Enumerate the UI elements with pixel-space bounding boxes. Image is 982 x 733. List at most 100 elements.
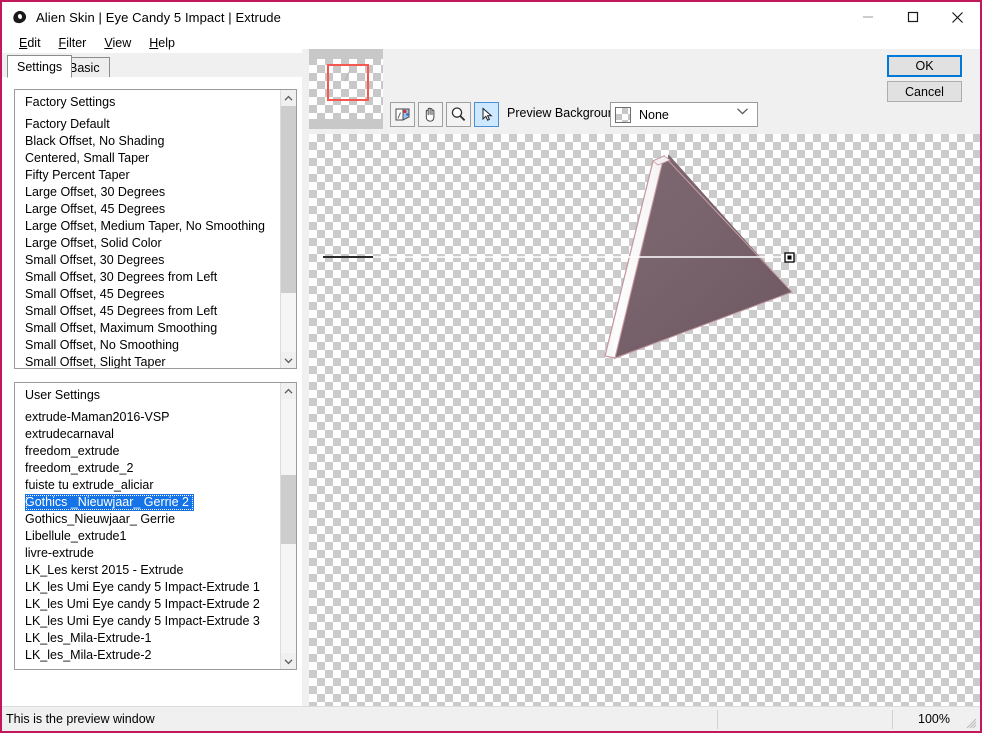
preview-panel: Preview Background: None	[302, 49, 980, 706]
arrow-select-tool-button[interactable]	[474, 102, 499, 127]
tab-strip: Settings Basic	[2, 55, 302, 78]
maximize-icon	[907, 11, 918, 23]
status-separator-2	[892, 710, 893, 729]
zoom-icon	[451, 107, 466, 122]
tab-settings-label: Settings	[17, 59, 63, 74]
scroll-up-arrow-icon[interactable]	[281, 383, 296, 399]
factory-settings-list: Factory Settings Factory Default Black O…	[15, 90, 280, 368]
tab-basic-label: Basic	[69, 60, 100, 75]
list-item[interactable]: Factory Default	[15, 116, 280, 133]
navigator-viewport-rect[interactable]	[327, 64, 369, 101]
list-item[interactable]: fuiste tu extrude_aliciar	[15, 477, 280, 494]
title-bar: Alien Skin | Eye Candy 5 Impact | Extrud…	[2, 2, 980, 32]
cancel-button[interactable]: Cancel	[887, 81, 962, 102]
menu-item-edit[interactable]: Edit	[10, 34, 50, 52]
user-settings-list: User Settings extrude-Maman2016-VSP extr…	[15, 383, 280, 669]
resize-grip-icon[interactable]	[965, 717, 977, 729]
scroll-thumb[interactable]	[281, 106, 296, 293]
magic-wand-icon	[395, 108, 410, 121]
list-item[interactable]: Black Offset, No Shading	[15, 133, 280, 150]
scroll-track[interactable]	[281, 106, 296, 352]
user-settings-listbox[interactable]: User Settings extrude-Maman2016-VSP extr…	[14, 382, 297, 670]
extruded-triangle-preview[interactable]	[309, 134, 980, 706]
status-message: This is the preview window	[6, 712, 155, 726]
window-title: Alien Skin | Eye Candy 5 Impact | Extrud…	[36, 9, 281, 25]
list-item[interactable]: Gothics_Nieuwjaar_ Gerrie	[15, 511, 280, 528]
list-item[interactable]: extrudecarnaval	[15, 426, 280, 443]
list-item[interactable]: LK_les Umi Eye candy 5 Impact-Extrude 3	[15, 613, 280, 630]
list-item[interactable]: Large Offset, 30 Degrees	[15, 184, 280, 201]
minimize-button[interactable]	[845, 2, 890, 32]
list-item-selected[interactable]: Gothics _Nieuwjaar_ Gerrie 2	[25, 494, 194, 511]
list-item[interactable]: LK_les Umi Eye candy 5 Impact-Extrude 1	[15, 579, 280, 596]
close-button[interactable]	[935, 2, 980, 32]
list-item[interactable]: Large Offset, Medium Taper, No Smoothing	[15, 218, 280, 235]
window-controls	[845, 2, 980, 32]
menu-label-filter: ilter	[66, 35, 87, 50]
list-item[interactable]: Small Offset, 45 Degrees	[15, 286, 280, 303]
list-item[interactable]: livre-extrude	[15, 545, 280, 562]
menu-accel-help: H	[149, 35, 159, 50]
factory-settings-header: Factory Settings	[25, 95, 116, 109]
settings-panel: Factory Settings Factory Default Black O…	[2, 77, 302, 706]
menu-label-edit: dit	[27, 35, 41, 50]
scroll-down-arrow-icon[interactable]	[281, 653, 296, 669]
list-item[interactable]: Fifty Percent Taper	[15, 167, 280, 184]
list-item[interactable]: freedom_extrude_2	[15, 460, 280, 477]
list-item-selected-row: Gothics _Nieuwjaar_ Gerrie 2	[15, 494, 280, 511]
preview-toolbar: Preview Background: None	[302, 102, 980, 134]
chevron-down-icon	[737, 108, 748, 115]
application-window: Alien Skin | Eye Candy 5 Impact | Extrud…	[0, 0, 982, 733]
scroll-thumb[interactable]	[281, 475, 296, 544]
status-bar: This is the preview window 100%	[2, 706, 980, 731]
scroll-down-arrow-icon[interactable]	[281, 352, 296, 368]
navigator-band-top	[309, 49, 383, 59]
preview-background-swatch-icon	[615, 106, 631, 123]
list-item[interactable]: LK_les_Mila-Extrude-1	[15, 630, 280, 647]
alien-skin-logo-icon	[11, 9, 28, 25]
status-separator	[717, 710, 718, 729]
factory-settings-scrollbar[interactable]	[280, 90, 296, 368]
menu-item-filter[interactable]: Filter	[50, 34, 96, 52]
list-item[interactable]: Small Offset, 30 Degrees	[15, 252, 280, 269]
list-item[interactable]: Small Offset, Maximum Smoothing	[15, 320, 280, 337]
maximize-button[interactable]	[890, 2, 935, 32]
list-item[interactable]: Small Offset, No Smoothing	[15, 337, 280, 354]
extrude-guide-handle-center	[787, 255, 792, 260]
menu-label-help: elp	[158, 35, 175, 50]
preview-background-label: Preview Background:	[507, 106, 626, 120]
magic-wand-tool-button[interactable]	[390, 102, 415, 127]
list-item[interactable]: LK_les Umi Eye candy 5 Impact-Extrude 2	[15, 596, 280, 613]
list-item[interactable]: LK_les_Mila-Extrude-2	[15, 647, 280, 664]
user-settings-header: User Settings	[25, 388, 101, 402]
list-item[interactable]: Libellule_extrude1	[15, 528, 280, 545]
tab-settings[interactable]: Settings	[7, 55, 73, 78]
menu-item-view[interactable]: View	[95, 34, 140, 52]
list-item[interactable]: Large Offset, Solid Color	[15, 235, 280, 252]
hand-icon	[425, 107, 435, 122]
list-item[interactable]: freedom_extrude	[15, 443, 280, 460]
list-item[interactable]: Large Offset, 45 Degrees	[15, 201, 280, 218]
scroll-up-arrow-icon[interactable]	[281, 90, 296, 106]
status-zoom-level: 100%	[918, 712, 950, 726]
list-item[interactable]: Small Offset, Slight Taper	[15, 354, 280, 368]
list-item[interactable]: extrude-Maman2016-VSP	[15, 409, 280, 426]
zoom-tool-button[interactable]	[446, 102, 471, 127]
menu-item-help[interactable]: Help	[140, 34, 184, 52]
list-item[interactable]: Small Offset, 30 Degrees from Left	[15, 269, 280, 286]
close-icon	[952, 11, 963, 23]
minimize-icon	[862, 16, 873, 18]
list-item[interactable]: Small Offset, 45 Degrees from Left	[15, 303, 280, 320]
scroll-track[interactable]	[281, 399, 296, 653]
hand-tool-button[interactable]	[418, 102, 443, 127]
preview-background-select[interactable]: None	[610, 102, 758, 127]
list-item[interactable]: LK_Les kerst 2015 - Extrude	[15, 562, 280, 579]
factory-settings-listbox[interactable]: Factory Settings Factory Default Black O…	[14, 89, 297, 369]
user-settings-scrollbar[interactable]	[280, 383, 296, 669]
arrow-select-icon	[482, 107, 493, 121]
menu-label-view: iew	[112, 35, 132, 50]
preview-canvas[interactable]	[309, 134, 980, 706]
preview-background-value: None	[639, 107, 669, 122]
list-item[interactable]: Centered, Small Taper	[15, 150, 280, 167]
ok-button[interactable]: OK	[887, 55, 962, 77]
